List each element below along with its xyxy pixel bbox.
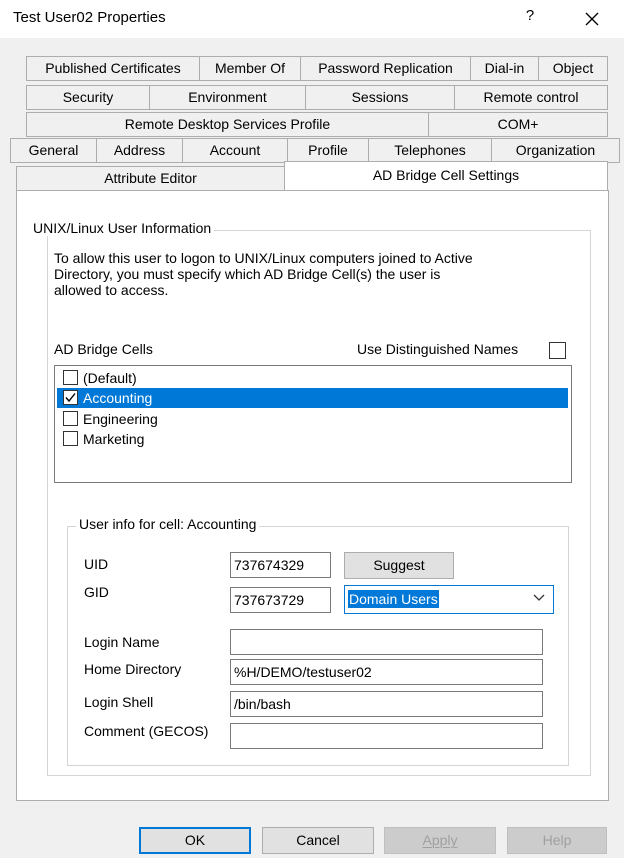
comment-gecos-label: Comment (GECOS) [84,723,209,739]
uid-field[interactable]: 737674329 [230,552,331,578]
group-dropdown-value: Domain Users [348,590,439,608]
cell-name: (Default) [83,370,137,386]
cell-checkbox[interactable] [63,411,78,426]
list-item-engineering[interactable]: Engineering [57,409,568,429]
unix-info-group-label: UNIX/Linux User Information [30,220,215,236]
tab-dial-in[interactable]: Dial-in [470,56,539,81]
home-directory-label: Home Directory [84,661,182,677]
tab-remote-control[interactable]: Remote control [454,85,608,110]
ad-bridge-cells-list[interactable]: (Default) Accounting Engineering Marketi… [54,365,572,483]
use-distinguished-names-checkbox[interactable] [549,342,566,359]
cell-checkbox[interactable] [63,390,78,405]
list-item-accounting[interactable]: Accounting [57,388,568,408]
tab-account[interactable]: Account [182,138,288,163]
ok-button[interactable]: OK [139,827,251,854]
tab-password-replication[interactable]: Password Replication [300,56,471,81]
chevron-down-icon [533,594,545,601]
login-shell-label: Login Shell [84,694,154,710]
tab-remote-desktop-services-profile[interactable]: Remote Desktop Services Profile [26,112,429,137]
tab-attribute-editor[interactable]: Attribute Editor [16,166,285,191]
tab-security[interactable]: Security [26,85,150,110]
login-name-label: Login Name [84,634,160,650]
suggest-button[interactable]: Suggest [344,552,454,579]
window-title: Test User02 Properties [13,9,166,26]
tab-sessions[interactable]: Sessions [305,85,455,110]
login-shell-field[interactable]: /bin/bash [230,691,543,717]
help-button[interactable]: Help [507,827,607,854]
tab-published-certificates[interactable]: Published Certificates [26,56,200,81]
cell-checkbox[interactable] [63,431,78,446]
tab-address[interactable]: Address [96,138,183,163]
group-dropdown[interactable]: Domain Users [344,585,554,614]
cancel-button[interactable]: Cancel [262,827,374,854]
comment-gecos-field[interactable] [230,723,543,749]
ad-bridge-cells-label: AD Bridge Cells [54,341,153,357]
apply-button[interactable]: Apply [384,827,496,854]
tab-general[interactable]: General [10,138,97,163]
close-button[interactable] [578,6,606,32]
cell-name: Accounting [83,390,153,406]
cell-name: Engineering [83,411,158,427]
tab-organization[interactable]: Organization [491,138,620,163]
gid-field[interactable]: 737673729 [230,587,331,613]
cell-checkbox[interactable] [63,370,78,385]
home-directory-field[interactable]: %H/DEMO/testuser02 [230,659,543,685]
cell-info-group-label: User info for cell: Accounting [76,516,260,532]
close-icon [585,12,599,26]
tab-telephones[interactable]: Telephones [368,138,492,163]
checkmark-icon [65,393,76,403]
unix-info-description: To allow this user to logon to UNIX/Linu… [54,250,473,298]
description-line: To allow this user to logon to UNIX/Linu… [54,250,473,266]
tab-object[interactable]: Object [538,56,608,81]
tab-profile[interactable]: Profile [287,138,369,163]
description-line: Directory, you must specify which AD Bri… [54,266,441,282]
list-item-default[interactable]: (Default) [57,368,568,388]
gid-label: GID [84,584,109,600]
tab-panel: UNIX/Linux User Information To allow thi… [16,190,609,801]
tab-ad-bridge-cell-settings[interactable]: AD Bridge Cell Settings [284,161,608,190]
uid-label: UID [84,556,109,572]
description-line: allowed to access. [54,282,169,298]
tab-environment[interactable]: Environment [149,85,306,110]
cell-name: Marketing [83,431,145,447]
help-title-button[interactable]: ? [516,7,544,31]
tab-com-plus[interactable]: COM+ [428,112,608,137]
list-item-marketing[interactable]: Marketing [57,429,568,449]
use-distinguished-names-label: Use Distinguished Names [357,341,519,357]
tab-member-of[interactable]: Member Of [199,56,301,81]
login-name-field[interactable] [230,629,543,655]
